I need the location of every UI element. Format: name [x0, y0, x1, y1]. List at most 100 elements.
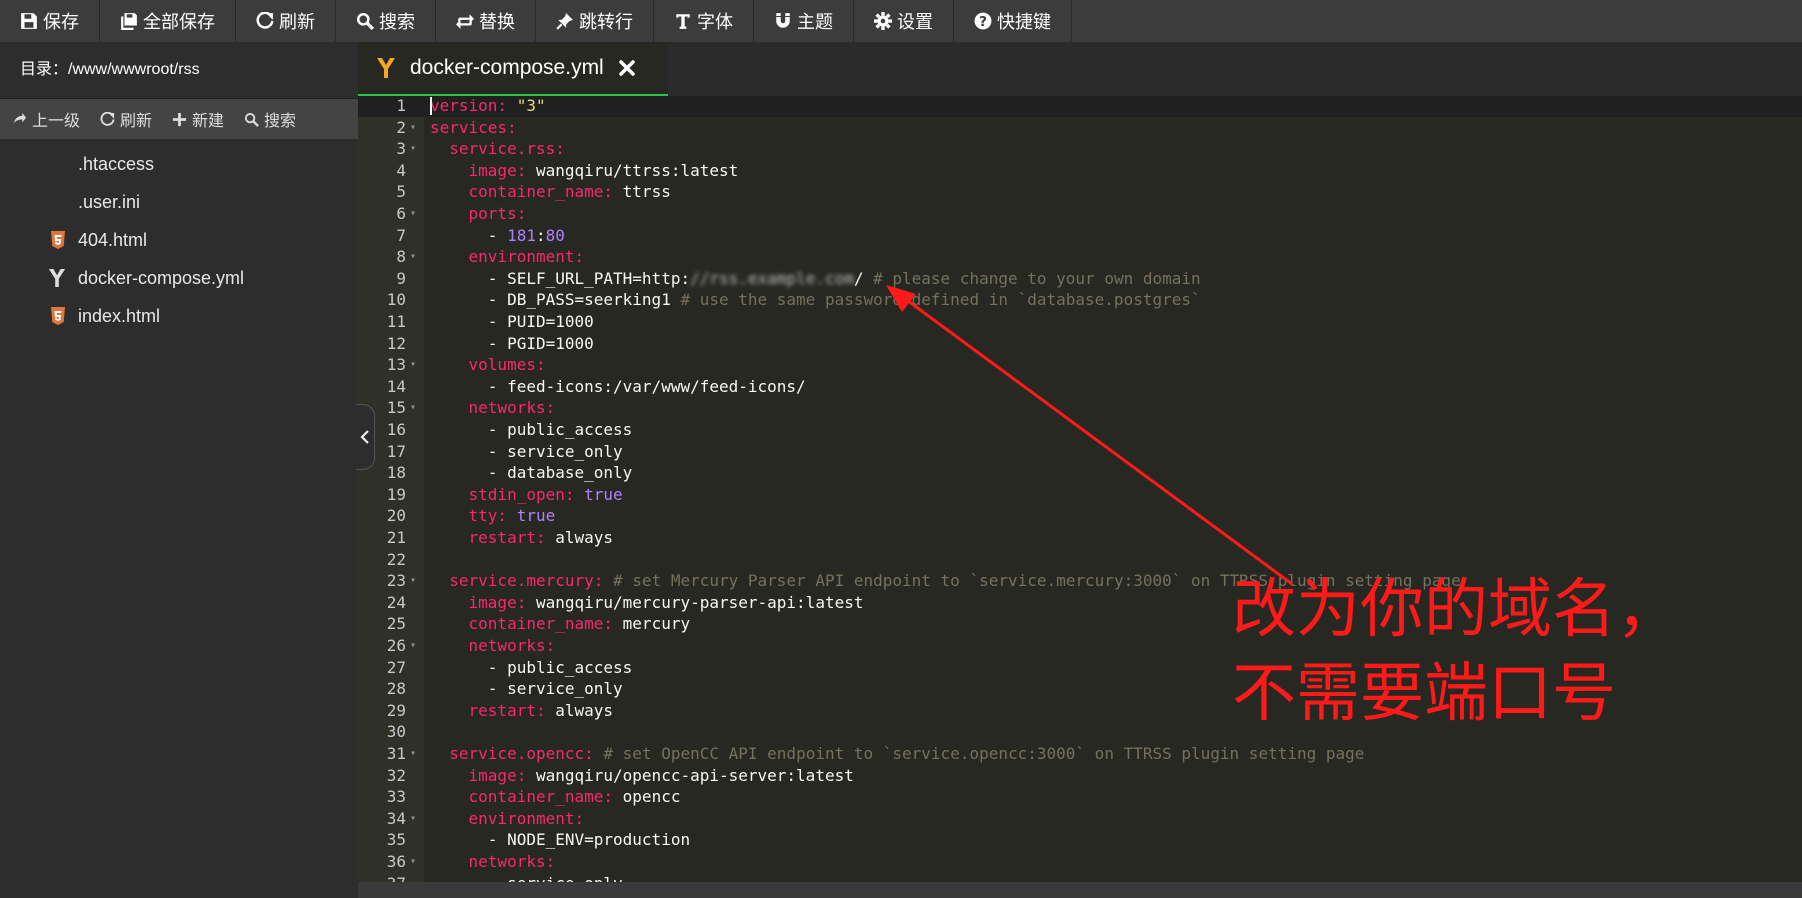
- fold-toggle-icon[interactable]: ▾: [410, 743, 416, 765]
- fold-toggle-icon[interactable]: ▾: [410, 246, 416, 268]
- code-token: - service_only: [430, 874, 623, 882]
- code-token: - SELF_URL_PATH=http:: [430, 268, 691, 288]
- fold-toggle-icon[interactable]: ▾: [410, 117, 416, 139]
- toolbar-button-question[interactable]: ? 快捷键: [954, 0, 1072, 42]
- code-token: - PUID=1000: [430, 312, 594, 331]
- fold-toggle-icon[interactable]: ▾: [410, 397, 416, 419]
- code-text: image: wangqiru/mercury-parser-api:lates…: [430, 592, 864, 614]
- refresh-icon: [256, 12, 274, 30]
- code-text: container_name: opencc: [430, 786, 681, 808]
- fold-toggle-icon[interactable]: ▾: [410, 808, 416, 830]
- code-token: service.opencc:: [449, 744, 594, 763]
- file-item[interactable]: .htaccess: [0, 145, 358, 183]
- toolbar-button-pin[interactable]: 跳转行: [536, 0, 654, 42]
- code-token: container_name:: [468, 182, 614, 202]
- toolbar-button-refresh[interactable]: 刷新: [236, 0, 336, 42]
- toolbar-label: 跳转行: [579, 12, 633, 32]
- line-number: 30: [386, 722, 406, 742]
- fold-toggle-icon[interactable]: ▾: [410, 138, 416, 160]
- fold-toggle-icon[interactable]: ▾: [410, 851, 416, 873]
- code-text: - DB_PASS=seerking1 # use the same passw…: [430, 289, 1201, 311]
- toolbar-button-text[interactable]: 字体: [654, 0, 754, 42]
- line-number: 31: [386, 744, 406, 763]
- sidebar-search-button[interactable]: 搜索: [244, 107, 296, 131]
- close-tab-icon[interactable]: [618, 59, 636, 77]
- fold-toggle-icon[interactable]: ▾: [410, 570, 416, 592]
- line-number: 25: [386, 614, 406, 634]
- collapse-sidebar-button[interactable]: [356, 404, 375, 470]
- toolbar-label: 快捷键: [997, 12, 1051, 32]
- toolbar-button-save-all[interactable]: 全部保存: [100, 0, 236, 42]
- code-token: image:: [468, 160, 527, 180]
- code-text: - 181:80: [430, 225, 565, 247]
- code-text: version: "3": [430, 96, 546, 117]
- file-name: index.html: [78, 305, 161, 326]
- code-token: tty:: [468, 506, 508, 526]
- line-number: 1: [396, 96, 406, 115]
- code-line: 12 - PGID=1000: [358, 333, 1802, 355]
- code-editor[interactable]: 1 version: "3" 2 ▾ services: 3 ▾ service.rss: 4…: [358, 96, 1802, 882]
- code-line: 18 - database_only: [358, 462, 1802, 484]
- code-text: container_name: mercury: [430, 613, 691, 635]
- code-line: 22: [358, 549, 1802, 571]
- redacted-domain: //rss.example.com: [690, 268, 854, 288]
- code-token: restart:: [468, 528, 546, 547]
- code-token: mercury: [613, 614, 691, 634]
- line-number: 21: [386, 528, 406, 547]
- toolbar-button-save[interactable]: 保存: [0, 0, 100, 42]
- code-token: - DB_PASS=seerking1: [430, 290, 681, 310]
- line-number: 11: [386, 312, 406, 331]
- line-number: 13: [386, 355, 406, 375]
- file-item[interactable]: 404.html: [0, 221, 358, 259]
- tab-docker-compose[interactable]: docker-compose.yml: [358, 42, 668, 96]
- code-line: 11 - PUID=1000: [358, 311, 1802, 333]
- file-item[interactable]: .user.ini: [0, 183, 358, 221]
- horizontal-scrollbar[interactable]: [358, 882, 1802, 898]
- code-token: image:: [468, 592, 527, 612]
- annotation-text: 改为你的域名， 不需要端口号: [1232, 568, 1680, 736]
- code-line: 9 - SELF_URL_PATH=http://rss.example.com…: [358, 268, 1802, 290]
- toolbar-button-search[interactable]: 搜索: [336, 0, 436, 42]
- code-token: stdin_open:: [468, 484, 575, 504]
- code-token: -: [430, 225, 508, 245]
- new-file-button[interactable]: 新建: [172, 107, 224, 131]
- line-number: 33: [386, 787, 406, 807]
- code-token: always: [545, 528, 614, 547]
- code-text: - service_only: [430, 678, 623, 700]
- sidebar-refresh-label: 刷新: [120, 113, 153, 130]
- fold-toggle-icon[interactable]: ▾: [410, 354, 416, 376]
- text-cursor: [430, 97, 432, 115]
- toolbar-button-gear[interactable]: 设置: [854, 0, 954, 42]
- sidebar-refresh-button[interactable]: 刷新: [100, 107, 152, 131]
- file-name: 404.html: [78, 229, 148, 250]
- line-number: 4: [396, 160, 406, 180]
- toolbar-label: 刷新: [279, 12, 315, 32]
- code-token: wangqiru/ttrss:latest: [526, 160, 739, 180]
- code-token: version:: [430, 96, 508, 115]
- up-level-button[interactable]: 上一级: [12, 107, 80, 131]
- toolbar-button-magnet[interactable]: 主题: [754, 0, 854, 42]
- fold-toggle-icon[interactable]: ▾: [410, 635, 416, 657]
- file-item[interactable]: docker-compose.yml: [0, 259, 358, 297]
- code-token: 80: [545, 225, 565, 245]
- line-number: 24: [386, 592, 406, 612]
- fold-toggle-icon[interactable]: ▾: [410, 203, 416, 225]
- toolbar-button-replace[interactable]: 替换: [436, 0, 536, 42]
- code-text: networks:: [430, 635, 556, 657]
- code-token: - public_access: [430, 420, 633, 439]
- toolbar-label: 保存: [43, 12, 79, 32]
- code-line: 31 ▾ service.opencc: # set OpenCC API end…: [358, 743, 1802, 765]
- code-text: stdin_open: true: [430, 484, 623, 506]
- line-number: 26: [386, 636, 406, 655]
- file-item[interactable]: index.html: [0, 297, 358, 335]
- yaml-icon: [376, 57, 396, 79]
